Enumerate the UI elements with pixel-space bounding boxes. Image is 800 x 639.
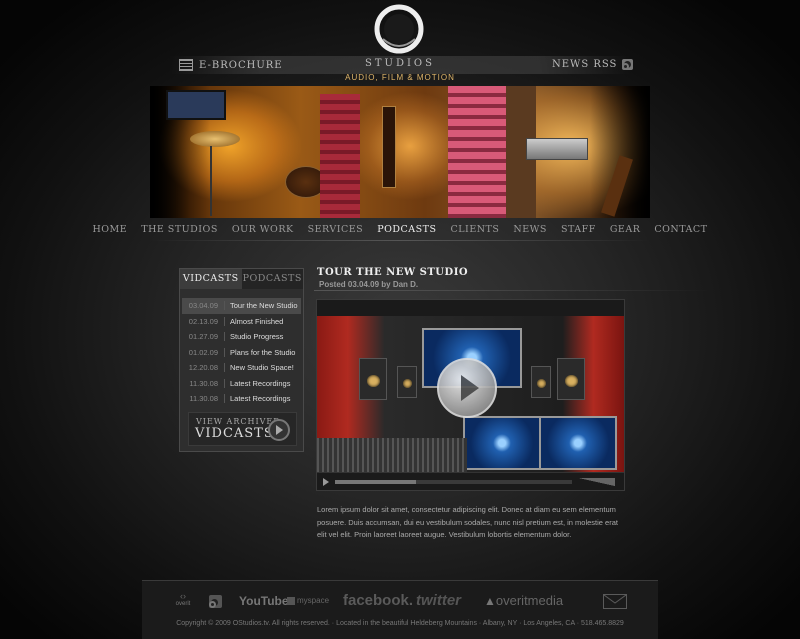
overit-icon: ‹› [180, 591, 186, 601]
rss-label: NEWS RSS [552, 59, 618, 70]
vidcast-date: 11.30.08 [189, 394, 218, 404]
nav-item-the-studios[interactable]: THE STUDIOS [141, 224, 218, 240]
email-link[interactable] [603, 594, 627, 609]
nav-item-gear[interactable]: GEAR [610, 224, 641, 240]
volume-icon[interactable] [579, 478, 615, 486]
video-progress-fill [335, 480, 416, 484]
view-archived-vidcasts-button[interactable]: VIEW ARCHIVED VIDCASTS [188, 412, 297, 446]
vidcast-title: Studio Progress [224, 332, 283, 342]
speaker-left [359, 358, 387, 400]
vidcast-list-item[interactable]: 01.02.09 Plans for the Studio [182, 345, 301, 361]
archive-big-label: VIDCASTS [195, 426, 274, 441]
youtube-link[interactable]: YouTube [239, 594, 289, 608]
speaker-right [557, 358, 585, 400]
brand-name: STUDIOS [365, 58, 435, 69]
vidcast-list-item[interactable]: 01.27.09 Studio Progress [182, 329, 301, 345]
post-divider [314, 290, 710, 291]
video-progress-bar[interactable] [335, 480, 572, 484]
facebook-link[interactable]: facebook. [343, 592, 413, 609]
vidcast-date: 01.02.09 [188, 347, 218, 357]
play-small-icon[interactable] [323, 478, 329, 486]
rss-icon [622, 59, 634, 70]
vidcast-title: Tour the New Studio [224, 301, 298, 311]
vidcast-list-item[interactable]: 03.04.09 Tour the New Studio [182, 298, 301, 314]
vidcast-date: 03.04.09 [188, 301, 218, 311]
footer-divider [142, 580, 658, 581]
nav-divider [150, 240, 650, 241]
tab-vidcasts[interactable]: VIDCASTS [180, 269, 242, 289]
computer-monitor-right [539, 416, 617, 470]
video-player[interactable] [316, 299, 625, 491]
mixing-console [317, 438, 467, 472]
rss-icon [209, 595, 222, 608]
main-nav: HOME THE STUDIOS OUR WORK SERVICES PODCASTS C… [92, 224, 707, 240]
sidebar-tabs: VIDCASTS PODCASTS [180, 269, 303, 289]
news-rss-link[interactable]: NEWS RSS [552, 59, 634, 70]
email-icon [603, 594, 627, 604]
nav-item-contact[interactable]: CONTACT [654, 224, 707, 240]
site-header: STUDIOS AUDIO, FILM & MOTION E-BROCHURE … [0, 0, 800, 86]
overitmedia-icon: ▲ [484, 594, 496, 608]
ebrochure-link[interactable]: E-BROCHURE [179, 59, 283, 71]
vidcast-date: 12.20.08 [188, 363, 218, 373]
overitmedia-label: overitmedia [495, 593, 564, 608]
logo-ring-icon[interactable] [373, 3, 425, 55]
vidcast-title: Almost Finished [224, 316, 283, 326]
post-title: TOUR THE NEW STUDIO [317, 267, 469, 278]
studio-banner-image [150, 86, 650, 218]
vidcast-list-item[interactable]: 12.20.08 New Studio Space! [182, 360, 301, 376]
vidcast-title: New Studio Space! [224, 363, 294, 373]
social-links: ‹› overit YouTube myspace facebook. twit… [170, 592, 630, 612]
vidcast-sidebar: VIDCASTS PODCASTS 03.04.09 Tour the New S… [179, 268, 304, 452]
ebrochure-label: E-BROCHURE [199, 59, 283, 71]
nav-item-podcasts[interactable]: PODCASTS [377, 224, 436, 240]
vidcast-list-item[interactable]: 02.13.09 Almost Finished [182, 314, 301, 330]
nav-item-clients[interactable]: CLIENTS [450, 224, 499, 240]
computer-monitor-left [463, 416, 541, 470]
vidcast-list-item[interactable]: 11.30.08 Latest Recordings [182, 376, 301, 392]
vidcast-date: 02.13.09 [188, 316, 218, 326]
nav-item-services[interactable]: SERVICES [308, 224, 364, 240]
copyright-text: Copyright © 2009 OStudios.tv. All rights… [176, 620, 624, 627]
myspace-link[interactable]: myspace [287, 596, 329, 605]
vidcast-date: 01.27.09 [188, 332, 218, 342]
overit-link[interactable]: ‹› overit [170, 591, 196, 608]
brochure-icon [179, 59, 193, 71]
post-meta: Posted 03.04.09 by Dan D. [319, 280, 419, 289]
rss-footer-link[interactable] [209, 595, 222, 613]
facebook-icon: facebook. [343, 592, 414, 609]
nav-item-news[interactable]: NEWS [513, 224, 547, 240]
vidcast-list: 03.04.09 Tour the New Studio 02.13.09 Almos… [182, 298, 301, 407]
nav-item-staff[interactable]: STAFF [561, 224, 596, 240]
speaker-left-small [397, 366, 417, 398]
nav-item-our-work[interactable]: OUR WORK [232, 224, 294, 240]
myspace-icon [287, 596, 295, 605]
video-controls [317, 472, 624, 490]
twitter-link[interactable]: twitter [416, 592, 461, 609]
speaker-right-small [531, 366, 551, 398]
overit-label: overit [175, 601, 191, 607]
tab-podcasts[interactable]: PODCASTS [241, 269, 303, 289]
post-body: Lorem ipsum dolor sit amet, consectetur … [317, 505, 618, 539]
play-button[interactable] [437, 358, 497, 418]
vidcast-title: Latest Recordings [224, 378, 290, 388]
myspace-label: myspace [297, 596, 330, 605]
overitmedia-link[interactable]: ▲overitmedia [484, 593, 563, 608]
vidcast-list-item[interactable]: 11.30.08 Latest Recordings [182, 391, 301, 407]
vidcast-title: Plans for the Studio [224, 347, 295, 357]
brand-tagline: AUDIO, FILM & MOTION [345, 73, 455, 82]
play-icon [268, 419, 290, 441]
vidcast-title: Latest Recordings [224, 394, 290, 404]
vidcast-date: 11.30.08 [189, 378, 218, 388]
nav-item-home[interactable]: HOME [92, 224, 127, 240]
twitter-icon: twitter [416, 592, 461, 609]
youtube-icon: YouTube [239, 594, 289, 608]
